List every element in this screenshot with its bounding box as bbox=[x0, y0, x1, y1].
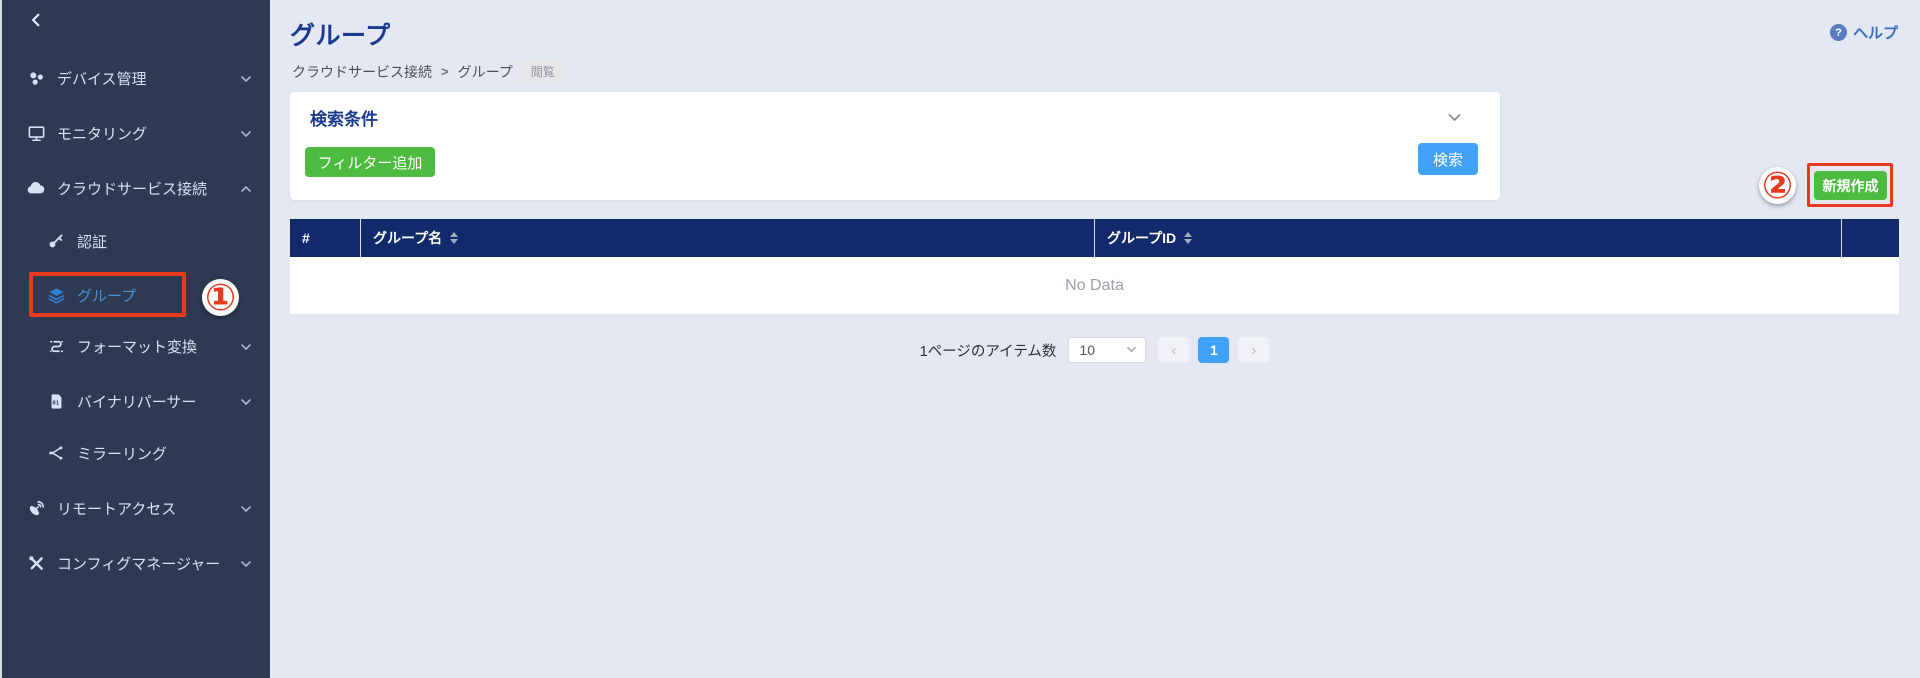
sort-icon bbox=[450, 232, 459, 244]
breadcrumb-item-cloud-service[interactable]: クラウドサービス接続 bbox=[292, 62, 432, 82]
items-per-page-select[interactable]: 10 bbox=[1068, 337, 1147, 363]
page-title: グループ bbox=[290, 22, 391, 50]
sidebar-item-binary-parser[interactable]: 01 バイナリパーサー bbox=[2, 383, 272, 419]
cloud-icon bbox=[26, 178, 46, 198]
layers-icon bbox=[46, 285, 66, 305]
key-icon bbox=[46, 231, 66, 251]
chevron-right-icon: › bbox=[1251, 341, 1257, 359]
app-window: デバイス管理 モニタリング クラウドサービス接続 認証 グループ フォーマット変… bbox=[0, 0, 1920, 678]
chevron-down-icon bbox=[1126, 342, 1137, 358]
sidebar-item-label: デバイス管理 bbox=[57, 70, 147, 88]
sidebar-item-remote-access[interactable]: リモートアクセス bbox=[2, 490, 272, 526]
column-header-index[interactable]: # bbox=[290, 219, 360, 257]
column-header-group-name[interactable]: グループ名 bbox=[360, 219, 1094, 257]
sidebar-item-device-management[interactable]: デバイス管理 bbox=[2, 60, 272, 96]
sidebar-item-label: クラウドサービス接続 bbox=[57, 180, 208, 198]
binary-file-icon: 01 bbox=[46, 391, 66, 411]
chevron-down-icon bbox=[240, 340, 252, 357]
chevron-down-icon bbox=[240, 127, 252, 144]
breadcrumb-item-group: グループ bbox=[457, 63, 513, 80]
search-button[interactable]: 検索 bbox=[1418, 143, 1478, 175]
sidebar-item-label: 認証 bbox=[77, 233, 108, 251]
annotation-badge-step2: ② bbox=[1759, 167, 1796, 204]
create-new-button[interactable]: 新規作成 bbox=[1814, 171, 1887, 200]
sidebar-item-label: フォーマット変換 bbox=[77, 338, 198, 356]
page-number-button[interactable]: 1 bbox=[1198, 337, 1230, 363]
chevron-down-icon bbox=[240, 72, 252, 89]
chevron-down-icon bbox=[240, 395, 252, 412]
table-header-row: # グループ名 グループID bbox=[290, 219, 1899, 257]
sidebar-collapse-button[interactable] bbox=[26, 12, 46, 32]
tools-icon bbox=[26, 553, 46, 573]
sidebar-item-label: リモートアクセス bbox=[57, 500, 177, 518]
prev-page-button[interactable]: ‹ bbox=[1158, 337, 1190, 363]
items-per-page-label: 1ページのアイテム数 bbox=[919, 343, 1057, 360]
sidebar-item-config-manager[interactable]: コンフィグマネージャー bbox=[2, 545, 272, 581]
sidebar-item-label: バイナリパーサー bbox=[77, 393, 197, 411]
sidebar-item-group[interactable]: グループ bbox=[2, 277, 272, 313]
satellite-icon bbox=[26, 498, 46, 518]
chevron-down-icon bbox=[240, 557, 252, 574]
chevron-up-icon bbox=[240, 182, 252, 199]
breadcrumb-separator: > bbox=[441, 64, 449, 79]
monitor-icon bbox=[26, 123, 46, 143]
chevron-left-icon bbox=[29, 13, 43, 32]
format-convert-icon bbox=[46, 336, 66, 356]
items-per-page-value: 10 bbox=[1079, 342, 1095, 358]
table-empty-state: No Data bbox=[290, 257, 1899, 314]
pagination: 1ページのアイテム数 10 ‹ 1 › bbox=[290, 337, 1899, 363]
help-link[interactable]: ? ヘルプ bbox=[1829, 22, 1898, 43]
search-conditions-title: 検索条件 bbox=[310, 110, 378, 129]
sidebar-item-label: グループ bbox=[77, 287, 137, 305]
sidebar-item-label: コンフィグマネージャー bbox=[57, 555, 221, 573]
search-conditions-panel: 検索条件 フィルター追加 検索 bbox=[290, 92, 1500, 200]
sidebar-item-mirroring[interactable]: ミラーリング bbox=[2, 435, 272, 471]
share-icon bbox=[46, 443, 66, 463]
sidebar-item-format-conversion[interactable]: フォーマット変換 bbox=[2, 328, 272, 364]
chevron-left-icon: ‹ bbox=[1171, 341, 1177, 359]
sidebar: デバイス管理 モニタリング クラウドサービス接続 認証 グループ フォーマット変… bbox=[0, 0, 270, 678]
sidebar-item-label: モニタリング bbox=[57, 125, 148, 143]
sidebar-item-cloud-service-connection[interactable]: クラウドサービス接続 bbox=[2, 170, 272, 206]
svg-text:01: 01 bbox=[52, 400, 59, 406]
sort-icon bbox=[1184, 232, 1193, 244]
help-label: ヘルプ bbox=[1852, 25, 1898, 42]
column-header-group-id[interactable]: グループID bbox=[1094, 219, 1841, 257]
add-filter-button[interactable]: フィルター追加 bbox=[305, 147, 435, 177]
groups-table: # グループ名 グループID No Data bbox=[290, 219, 1899, 314]
collapse-chevron-icon[interactable] bbox=[1447, 110, 1462, 130]
sidebar-item-monitoring[interactable]: モニタリング bbox=[2, 115, 272, 151]
breadcrumb: クラウドサービス接続 > グループ 閲覧 bbox=[292, 60, 564, 83]
sidebar-item-label: ミラーリング bbox=[77, 445, 168, 463]
sidebar-item-authentication[interactable]: 認証 bbox=[2, 223, 272, 259]
question-icon: ? bbox=[1829, 24, 1847, 41]
view-mode-badge: 閲覧 bbox=[521, 60, 564, 83]
chevron-down-icon bbox=[240, 502, 252, 519]
devices-icon bbox=[26, 68, 46, 88]
next-page-button[interactable]: › bbox=[1238, 337, 1270, 363]
column-header-actions bbox=[1841, 219, 1899, 257]
